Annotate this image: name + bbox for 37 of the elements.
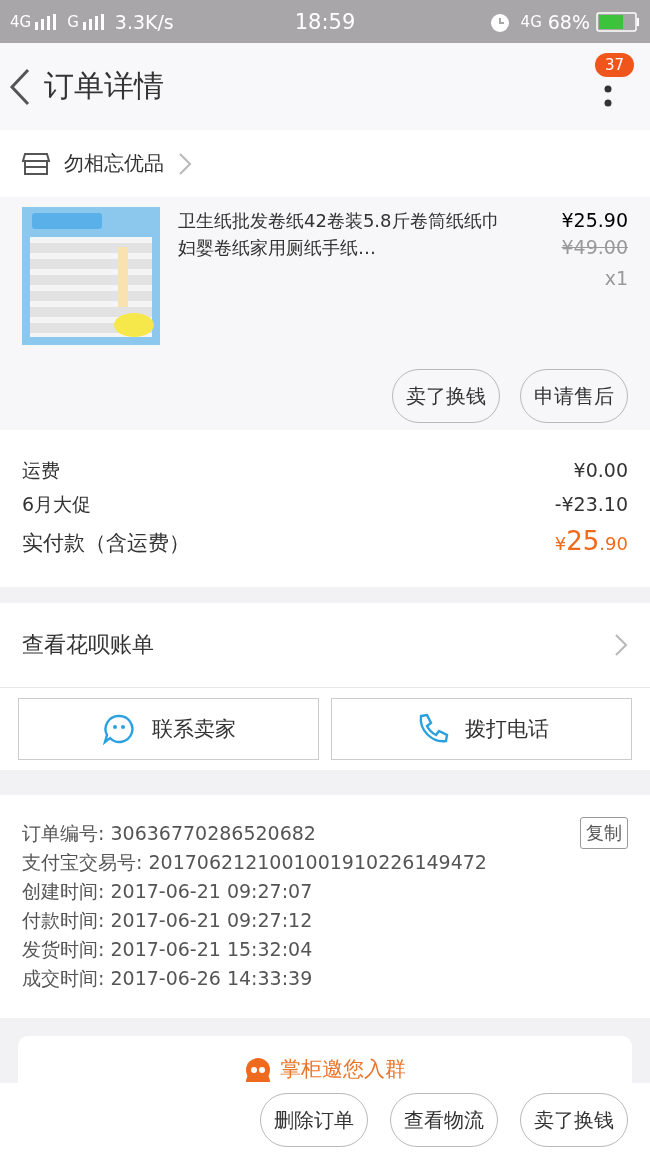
order-info-line: 发货时间: 2017-06-21 15:32:04 (22, 937, 313, 962)
order-info-line: 订单编号: 30636770286520682 (22, 821, 316, 846)
total-amount: ¥25.90 (554, 526, 628, 556)
product-title[interactable]: 卫生纸批发卷纸42卷装5.8斤卷筒纸纸巾妇婴卷纸家用厕纸手纸… (178, 207, 544, 345)
copy-button[interactable]: 复制 (580, 817, 628, 849)
back-icon[interactable] (8, 66, 32, 107)
chevron-right-icon (178, 151, 192, 176)
order-info-line: 付款时间: 2017-06-21 09:27:12 (22, 908, 313, 933)
chevron-right-icon (614, 633, 628, 657)
order-info-line: 成交时间: 2017-06-26 14:33:39 (22, 966, 313, 991)
product-price: ¥25.90 (561, 208, 628, 233)
fee-label: 运费 (22, 458, 60, 483)
product-quantity: x1 (604, 266, 628, 291)
original-price: ¥49.00 (561, 235, 628, 260)
chat-icon (101, 713, 136, 745)
shop-icon[interactable] (22, 151, 50, 176)
fee-value: -¥23.10 (554, 493, 628, 515)
more-icon[interactable] (604, 85, 612, 107)
call-button[interactable]: 拨打电话 (331, 698, 632, 760)
shop-name[interactable]: 勿相忘优品 (64, 150, 164, 177)
battery-percent: 68% (547, 10, 590, 33)
fee-value: ¥0.00 (573, 459, 628, 481)
order-info-line: 创建时间: 2017-06-21 09:27:07 (22, 879, 313, 904)
network-label: G (67, 12, 79, 31)
network-label: 4G (520, 12, 542, 31)
battery-icon (596, 11, 640, 32)
order-info-line: 支付宝交易号: 2017062121001001910226149472 (22, 850, 487, 875)
clock-time: 18:59 (294, 9, 356, 34)
network-speed: 3.3K/s (114, 10, 174, 33)
notification-badge: 37 (594, 53, 634, 77)
huabei-bill-link[interactable]: 查看花呗账单 (22, 630, 154, 660)
signal-icon (82, 13, 107, 30)
page-title: 订单详情 (44, 67, 164, 105)
network-label: 4G (10, 12, 32, 31)
fee-label: 实付款（含运费） (22, 530, 190, 557)
fee-label: 6月大促 (22, 492, 92, 517)
contact-seller-button[interactable]: 联系卖家 (18, 698, 319, 760)
